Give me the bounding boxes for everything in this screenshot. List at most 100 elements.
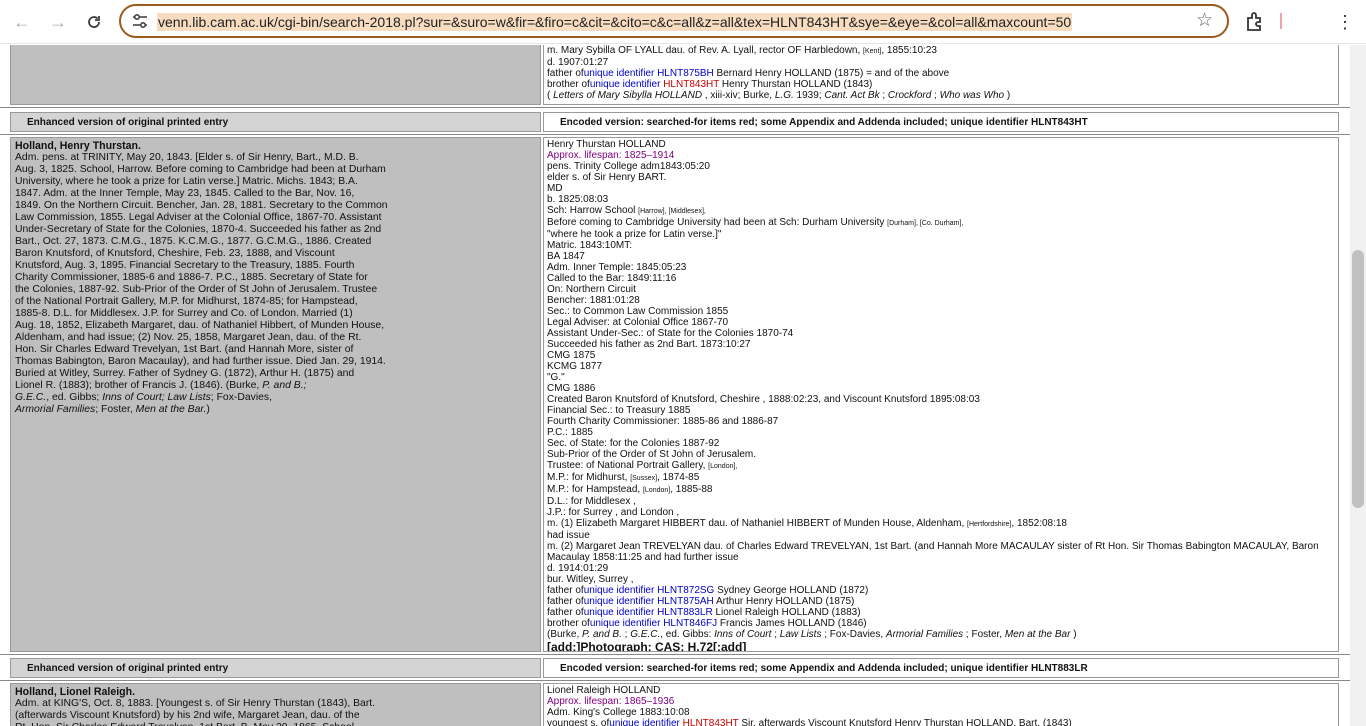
text-line: Rt. Hon. Sir Charles Edward Trevelyan, 1… [15, 722, 536, 726]
text-line: 1849. On the Northern Circuit. Bencher, … [15, 200, 388, 211]
encoded-name: Henry Thurstan HOLLAND [547, 139, 666, 150]
text-line: Succeeded his father as 2nd Bart. 1873:1… [547, 339, 751, 350]
extensions-icon[interactable] [1243, 9, 1269, 35]
printed-entry-text: Adm. at KING'S, Oct. 8, 1883. [Youngest … [15, 698, 536, 726]
text-line: "G." [547, 372, 565, 383]
scrollbar[interactable] [1350, 45, 1366, 726]
text-line: Financial Sec.: to Treasury 1885 [547, 405, 691, 416]
text-line: Aldenham, and had issue; (2) Nov. 25, 18… [15, 332, 362, 343]
relation-line: father ofunique identifier HLNT875AH Art… [547, 596, 855, 607]
profile-divider [1280, 13, 1282, 29]
uid-link[interactable]: unique identifier HLNT883LR [584, 607, 713, 618]
entry-left-cell-top [10, 45, 541, 105]
entry-name: Holland, Henry Thurstan. [15, 140, 141, 152]
star-icon[interactable]: ☆ [1196, 9, 1213, 32]
entry-name: Holland, Lionel Raleigh. [15, 686, 136, 698]
text-line: Aug. 3, 1825. School, Harrow. Before com… [15, 164, 386, 175]
text-line: Sec.: to Common Law Commission 1855 [547, 306, 729, 317]
uid-link[interactable]: unique identifier HLNT872SG [584, 585, 715, 596]
relation-line: father ofunique identifier HLNT872SG Syd… [547, 585, 869, 596]
text-line: Bencher: 1881:01:28 [547, 295, 640, 306]
text-line: BA 1847 [547, 251, 585, 262]
menu-icon[interactable]: ⋮ [1336, 9, 1354, 35]
forward-icon[interactable]: → [45, 9, 71, 35]
text-line: pens. Trinity College adm1843:05:20 [547, 161, 710, 172]
text-line: Adm. at KING'S, Oct. 8, 1883. [Youngest … [15, 698, 376, 709]
text-line: Bart., Oct. 27, 1873. C.M.G., 1875. K.C.… [15, 236, 372, 247]
text-line: Adm. Inner Temple: 1845:05:23 [547, 262, 687, 273]
back-icon[interactable]: ← [9, 9, 35, 35]
text-line: University, where he took a prize for La… [15, 176, 358, 187]
text-line: MD [547, 183, 563, 194]
photograph-note: [add:]Photograph: CAS: H.72[:add] [547, 640, 747, 652]
text-line: Adm. pens. at TRINITY, May 20, 1843. [El… [15, 152, 359, 163]
relations-list: father ofunique identifier HLNT872SG Syd… [547, 585, 1335, 629]
text-line: b. 1825:08:03 [547, 194, 609, 205]
reload-icon[interactable] [81, 9, 107, 35]
text-line: of the National Portrait Gallery, M.P. f… [15, 296, 358, 307]
text-line: the Colonies, 1887-92. Sub-Prior of the … [15, 284, 378, 295]
entry-right-cell-top: m. Mary Sybilla OF LYALL dau. of Rev. A.… [543, 45, 1339, 105]
entry-row-hlnt843ht: Holland, Henry Thurstan. Adm. pens. at T… [0, 134, 1350, 655]
url-text[interactable]: venn.lib.cam.ac.uk/cgi-bin/search-2018.p… [157, 13, 1073, 31]
lifespan: Approx. lifespan: 1825–1914 [547, 150, 675, 161]
text-line: Sec. of State: for the Colonies 1887-92 [547, 438, 720, 449]
text-line: P.C.: 1885 [547, 427, 593, 438]
printed-entry-header: Enhanced version of original printed ent… [10, 658, 541, 678]
text-line: Knutsford, Aug. 3, 1895. Financial Secre… [15, 260, 355, 271]
text-line: elder s. of Sir Henry BART. [547, 172, 667, 183]
uid-link[interactable]: unique identifier HLNT843HT [590, 79, 719, 90]
encoded-entry-header: Encoded version: searched-for items red;… [543, 658, 1339, 678]
uid-link[interactable]: unique identifier HLNT846FJ [590, 618, 717, 629]
text-line: Called to the Bar: 1849:11:16 [547, 273, 677, 284]
text-line: Baron Knutsford, of Knutsford, Cheshire,… [15, 248, 335, 259]
text-line: Buried at Witley, Surrey. Father of Sydn… [15, 368, 355, 379]
printed-entry-cell: Holland, Henry Thurstan. Adm. pens. at T… [10, 137, 541, 652]
site-info-icon[interactable] [131, 13, 149, 29]
lifespan: Approx. lifespan: 1865–1936 [547, 696, 675, 707]
text-line: (afterwards Viscount Knutsford) by his 2… [15, 710, 360, 721]
text-line: Legal Adviser: at Colonial Office 1867-7… [547, 317, 729, 328]
browser-toolbar: ← → venn.lib.cam.ac.uk/cgi-bin/search-20… [0, 0, 1366, 44]
page-content: m. Mary Sybilla OF LYALL dau. of Rev. A.… [0, 45, 1350, 726]
text-line: "where he took a prize for Latin verse.]… [547, 229, 722, 240]
text-line: Charity Commissioner, 1885-6 and 1886-7.… [15, 272, 368, 283]
text-line: CMG 1875 [547, 350, 596, 361]
uid-link[interactable]: unique identifier HLNT875AH [584, 596, 714, 607]
encoded-name: Lionel Raleigh HOLLAND [547, 685, 661, 696]
uid-link[interactable]: unique identifier HLNT875BH [584, 68, 714, 79]
encoded-entry-cell: Lionel Raleigh HOLLAND Approx. lifespan:… [543, 683, 1339, 726]
scrollbar-thumb[interactable] [1352, 250, 1364, 508]
relation-line: brother ofunique identifier HLNT846FJ Fr… [547, 618, 867, 629]
text-line: Law Commission, 1855. Legal Adviser at t… [15, 212, 382, 223]
text-line: Fourth Charity Commissioner: 1885-86 and… [547, 416, 779, 427]
text-line: Hon. Sir Charles Edward Trevelyan, 1st B… [15, 344, 354, 355]
entry-row-hlnt883lr: Holland, Lionel Raleigh. Adm. at KING'S,… [0, 680, 1350, 726]
encoded-lines-a: pens. Trinity College adm1843:05:20 elder… [547, 161, 1335, 205]
text-line: Matric. 1843:10MT: [547, 240, 633, 251]
entry-row-top: m. Mary Sybilla OF LYALL dau. of Rev. A.… [0, 45, 1350, 108]
text-line: KCMG 1877 [547, 361, 603, 372]
text-line: Sub-Prior of the Order of St John of Jer… [547, 449, 756, 460]
text-line: CMG 1886 [547, 383, 596, 394]
text-line: On: Northern Circuit [547, 284, 636, 295]
printed-entry-cell: Holland, Lionel Raleigh. Adm. at KING'S,… [10, 683, 541, 726]
entry-header-row: Enhanced version of original printed ent… [0, 656, 1350, 680]
text-line: Thomas Babington, Baron Macaulay), and h… [15, 356, 386, 367]
entry-header-row: Enhanced version of original printed ent… [0, 110, 1350, 134]
text-line: Aug. 18, 1852, Elizabeth Margaret, dau. … [15, 320, 385, 331]
relation-line: father ofunique identifier HLNT883LR Lio… [547, 607, 861, 618]
encoded-entry-header: Encoded version: searched-for items red;… [543, 112, 1339, 132]
text-line: Under-Secretary of State for the Colonie… [15, 224, 382, 235]
address-bar[interactable]: venn.lib.cam.ac.uk/cgi-bin/search-2018.p… [119, 4, 1229, 38]
printed-entry-text: Adm. pens. at TRINITY, May 20, 1843. [El… [15, 152, 536, 392]
text-line: Created Baron Knutsford of Knutsford, Ch… [547, 394, 980, 405]
text-line: 1847. Adm. at the Inner Temple, May 23, … [15, 188, 355, 199]
encoded-lines-b: "where he took a prize for Latin verse.]… [547, 229, 1335, 460]
text-line: Lionel R. (1883); brother of Francis J. … [15, 380, 307, 391]
text-line: 1885-8. D.L. for Middlesex. J.P. for Sur… [15, 308, 353, 319]
uid-link[interactable]: unique identifier HLNT843HT [609, 718, 738, 726]
text-line: Assistant Under-Sec.: of State for the C… [547, 328, 794, 339]
printed-entry-header: Enhanced version of original printed ent… [10, 112, 541, 132]
encoded-entry-cell: Henry Thurstan HOLLAND Approx. lifespan:… [543, 137, 1339, 652]
